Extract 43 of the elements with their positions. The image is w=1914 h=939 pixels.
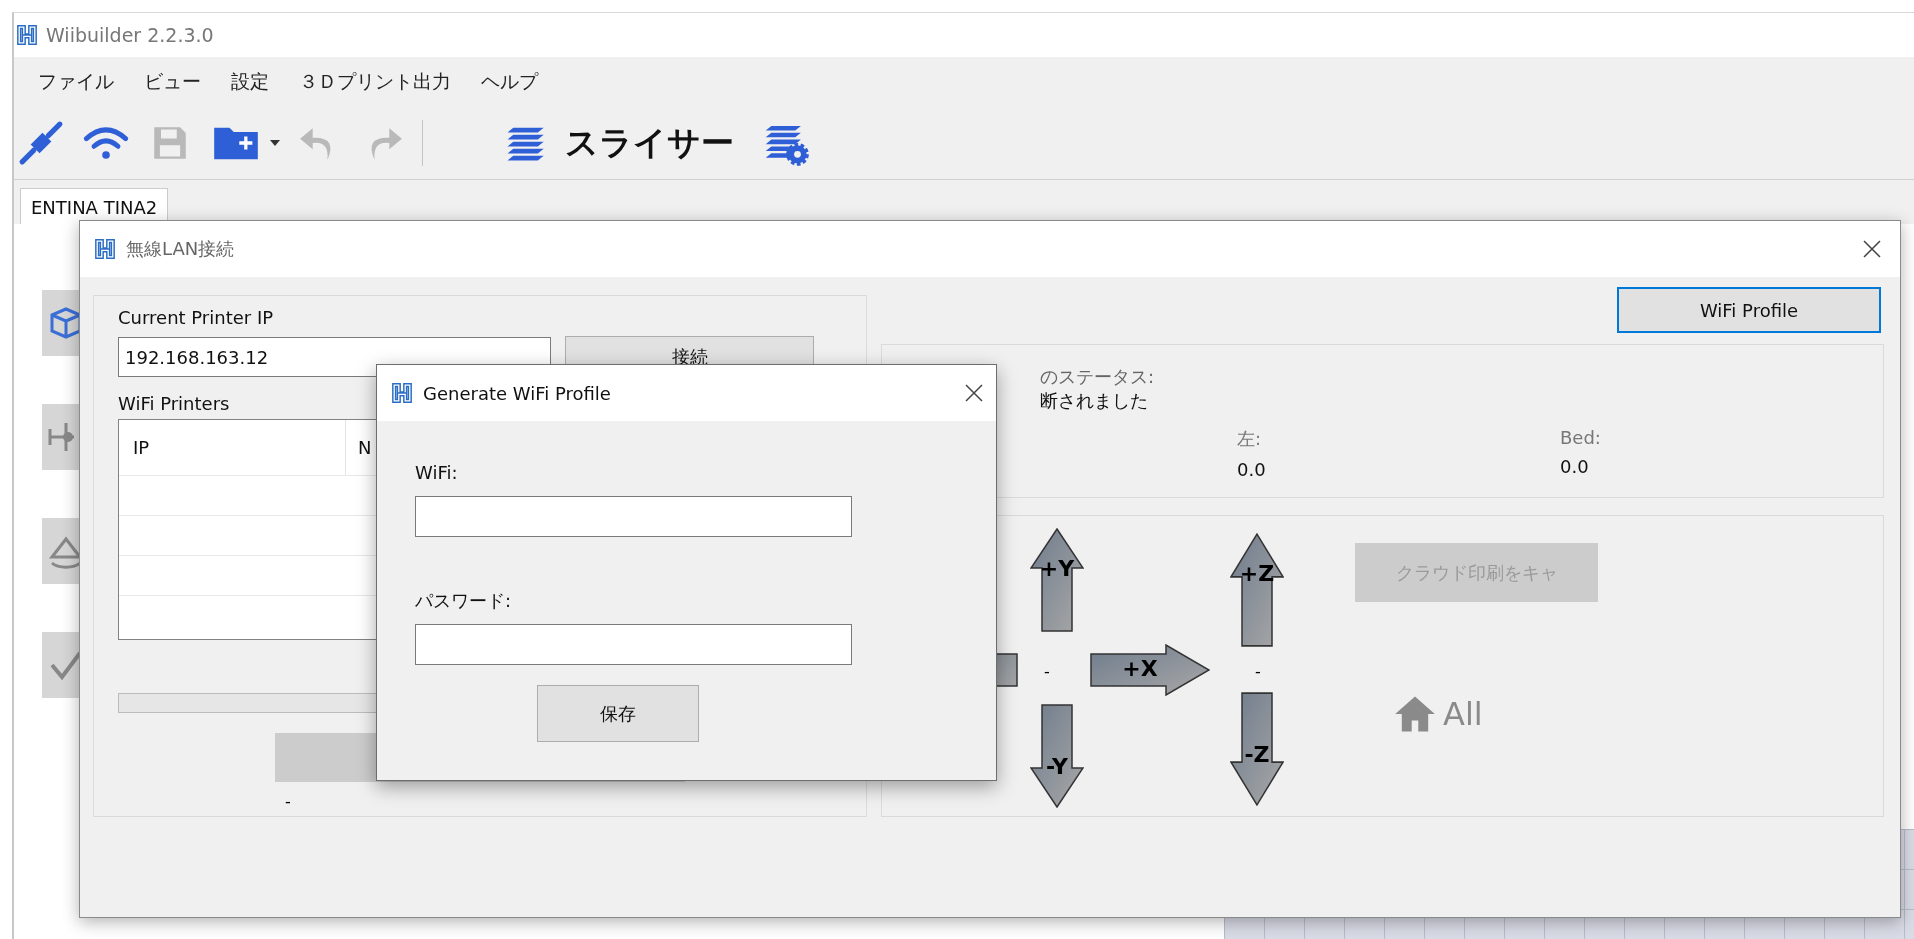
temp-value: 0.0 xyxy=(1560,456,1589,477)
home-icon xyxy=(1393,694,1437,734)
caret-icon[interactable] xyxy=(270,140,280,146)
right-arrow-button[interactable]: +X xyxy=(1090,644,1210,696)
down-arrow-button[interactable]: -Z xyxy=(1230,692,1284,806)
wifi-profile-button[interactable]: WiFi Profile xyxy=(1617,287,1881,333)
wifi-icon[interactable] xyxy=(82,124,130,162)
close-icon[interactable] xyxy=(1862,239,1882,259)
up-arrow-button[interactable]: +Z xyxy=(1230,533,1284,647)
menu-item[interactable]: ３Ｄプリント出力 xyxy=(293,65,457,99)
app-logo-icon xyxy=(94,238,116,260)
app-logo-icon xyxy=(391,382,413,404)
menu-item[interactable]: ヘルプ xyxy=(475,65,544,99)
printer-tab[interactable]: ENTINA TINA2 xyxy=(20,188,169,224)
app-logo-icon xyxy=(16,24,38,46)
field-label: Current Printer IP xyxy=(118,306,274,330)
status-value: 断されました xyxy=(1040,389,1148,413)
dash-text: - xyxy=(1255,662,1261,681)
column-header[interactable]: N xyxy=(346,420,372,475)
slicer-button[interactable]: スライサー xyxy=(501,120,734,166)
dialog-title: Generate WiFi Profile xyxy=(423,382,611,404)
input-field[interactable] xyxy=(415,496,852,537)
dash-text: - xyxy=(1044,662,1050,681)
close-icon[interactable] xyxy=(964,383,984,403)
down-arrow-button[interactable]: -Y xyxy=(1030,704,1084,808)
status-label: のステータス: xyxy=(1040,365,1155,389)
window-title: Wiibuilder 2.2.3.0 xyxy=(46,24,214,46)
menu-item[interactable]: ビュー xyxy=(138,65,207,99)
menu-item[interactable]: 設定 xyxy=(225,65,275,99)
dash-text: - xyxy=(285,792,291,811)
column-header[interactable]: IP xyxy=(119,420,346,475)
temp-label: 左: xyxy=(1237,427,1262,451)
temp-value: 0.0 xyxy=(1237,459,1266,480)
up-arrow-button[interactable]: +Y xyxy=(1030,528,1084,632)
input-field[interactable] xyxy=(415,624,852,665)
menu-item[interactable]: ファイル xyxy=(32,65,120,99)
field-label: WiFi: xyxy=(415,461,458,485)
plug-icon[interactable] xyxy=(18,120,64,166)
field-label: WiFi Printers xyxy=(118,392,230,416)
save-button[interactable]: 保存 xyxy=(537,685,699,742)
field-label: パスワード: xyxy=(415,589,512,613)
dialog-title: 無線LAN接続 xyxy=(126,237,235,261)
temp-label: Bed: xyxy=(1560,427,1601,448)
